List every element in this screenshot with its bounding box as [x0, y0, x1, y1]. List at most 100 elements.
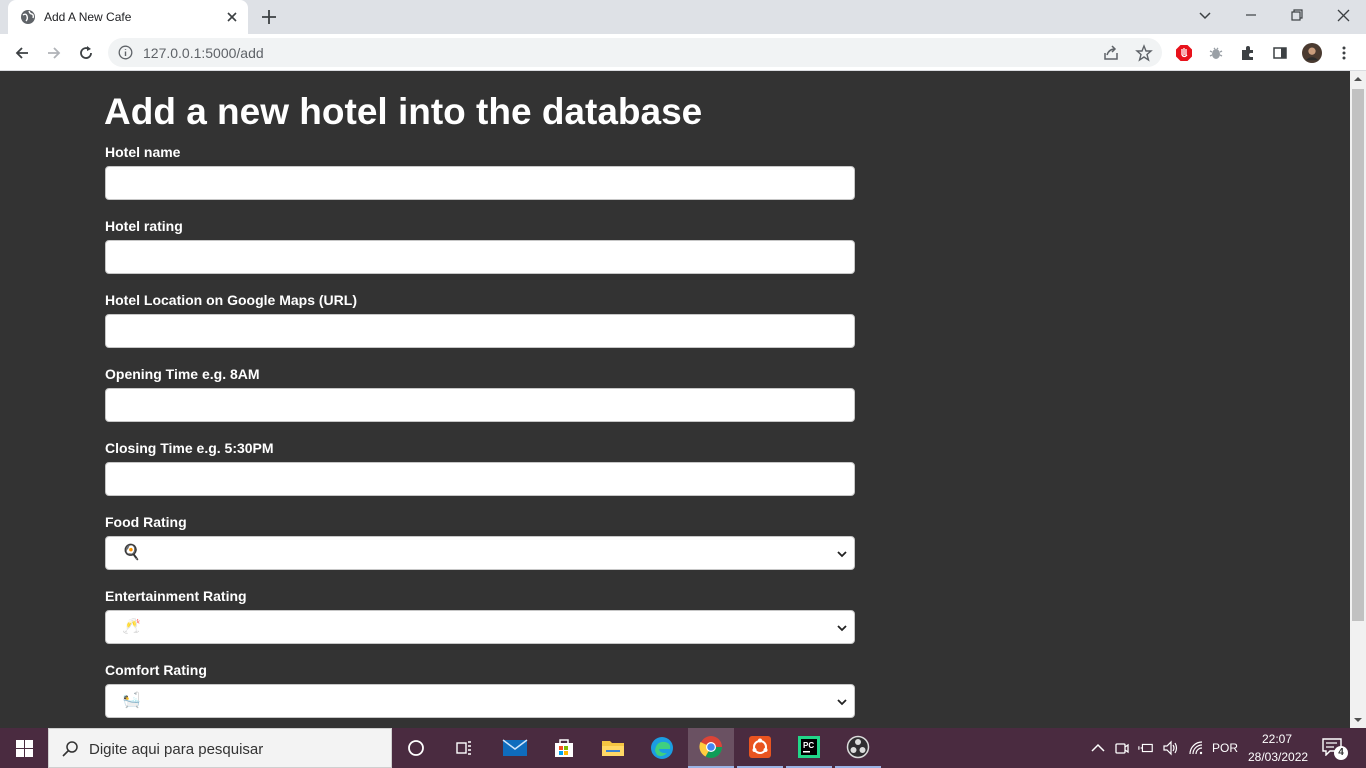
page-scrollbar[interactable] [1350, 71, 1366, 728]
obs-app[interactable] [835, 728, 881, 768]
browser-toolbar: 127.0.0.1:5000/add [0, 34, 1366, 71]
profile-avatar[interactable] [1302, 43, 1322, 63]
windows-logo-icon [15, 739, 33, 757]
store-icon [555, 739, 573, 757]
avatar-icon [1302, 43, 1322, 63]
adblock-extension-icon[interactable] [1174, 43, 1194, 63]
wifi-icon [1189, 741, 1203, 755]
task-view-button[interactable] [441, 728, 487, 768]
meet-now-button[interactable] [1114, 740, 1130, 756]
arrow-right-icon [48, 47, 61, 59]
comfort-rating-label: Comfort Rating [105, 662, 207, 678]
bug-icon [1209, 47, 1223, 59]
bath-icon: 🛀 [122, 692, 141, 709]
minimize-icon [1246, 14, 1256, 16]
tray-overflow-button[interactable] [1090, 740, 1106, 756]
entertainment-rating-label: Entertainment Rating [105, 588, 247, 604]
cortana-button[interactable] [393, 728, 439, 768]
browser-tabstrip: Add A New Cafe [0, 0, 1366, 34]
ubuntu-app[interactable] [737, 728, 783, 768]
tab-search-button[interactable] [1182, 0, 1228, 30]
speaker-icon [1163, 740, 1178, 756]
search-icon [62, 741, 78, 757]
clock-time[interactable]: 22:07 [1262, 732, 1292, 746]
kebab-menu-icon [1342, 46, 1346, 60]
scrollbar-thumb[interactable] [1352, 89, 1364, 621]
pycharm-app[interactable]: PC [786, 728, 832, 768]
side-panel-button[interactable] [1270, 43, 1290, 63]
scroll-up-arrow-icon[interactable] [1354, 75, 1362, 83]
opening-time-input[interactable] [105, 388, 855, 422]
hotel-rating-label: Hotel rating [105, 218, 183, 234]
restore-icon [1291, 9, 1303, 21]
mail-icon [502, 739, 528, 756]
chrome-menu-button[interactable] [1334, 43, 1354, 63]
address-bar[interactable]: 127.0.0.1:5000/add [108, 38, 1162, 67]
edge-app[interactable] [639, 728, 685, 768]
stop-sign-icon [1176, 45, 1192, 61]
tab-title: Add A New Cafe [44, 10, 132, 24]
page-title: Add a new hotel into the database [104, 91, 703, 132]
cooking-icon: 🍳 [122, 544, 141, 561]
food-rating-label: Food Rating [105, 514, 187, 530]
start-button[interactable] [0, 728, 48, 768]
action-center-button[interactable]: 4 [1322, 738, 1348, 760]
file-explorer-icon [602, 741, 624, 756]
food-rating-select[interactable]: 🍳 [105, 536, 855, 570]
browser-tab[interactable]: Add A New Cafe [8, 0, 248, 34]
restore-button[interactable] [1274, 0, 1320, 30]
entertainment-rating-select[interactable]: 🥂 [105, 610, 855, 644]
cortana-icon [408, 740, 424, 756]
opening-time-label: Opening Time e.g. 8AM [105, 366, 260, 382]
battery-plug-icon [1138, 743, 1153, 753]
chevron-down-icon [1199, 12, 1211, 20]
chrome-icon [699, 736, 722, 758]
chrome-app[interactable] [688, 728, 734, 768]
language-indicator[interactable]: POR [1212, 741, 1238, 755]
extensions-button[interactable] [1238, 43, 1258, 63]
svg-text:PC: PC [803, 741, 814, 750]
notification-count-badge: 4 [1334, 746, 1348, 760]
hotel-location-input[interactable] [105, 314, 855, 348]
store-app[interactable] [541, 728, 587, 768]
close-icon [1337, 9, 1349, 21]
obs-icon [846, 735, 870, 759]
closing-time-label: Closing Time e.g. 5:30PM [105, 440, 274, 456]
hotel-name-input[interactable] [105, 166, 855, 200]
bug-extension-icon[interactable] [1206, 43, 1226, 63]
chevron-down-icon [837, 551, 847, 558]
network-button[interactable] [1188, 740, 1204, 756]
new-tab-icon[interactable] [260, 8, 278, 26]
scroll-down-arrow-icon[interactable] [1354, 716, 1362, 724]
side-panel-icon [1273, 47, 1287, 59]
ubuntu-icon [749, 736, 771, 758]
puzzle-icon [1242, 46, 1253, 60]
search-placeholder: Digite aqui para pesquisar [89, 741, 264, 758]
arrow-left-icon [15, 47, 28, 59]
file-explorer-app[interactable] [590, 728, 636, 768]
minimize-button[interactable] [1228, 0, 1274, 30]
back-button[interactable] [10, 41, 34, 65]
hotel-rating-input[interactable] [105, 240, 855, 274]
edge-icon [651, 737, 673, 759]
close-window-button[interactable] [1320, 0, 1366, 30]
closing-time-input[interactable] [105, 462, 855, 496]
reload-button[interactable] [74, 41, 98, 65]
close-tab-icon[interactable] [224, 9, 240, 25]
hotel-location-label: Hotel Location on Google Maps (URL) [105, 292, 357, 308]
mail-app[interactable] [492, 728, 538, 768]
volume-button[interactable] [1162, 740, 1178, 756]
bookmark-star-icon[interactable] [1135, 44, 1153, 62]
reload-icon [80, 46, 92, 59]
power-button[interactable] [1138, 740, 1154, 756]
comfort-rating-select[interactable]: 🛀 [105, 684, 855, 718]
share-icon[interactable] [1102, 44, 1120, 62]
pycharm-icon: PC [798, 736, 820, 758]
clock-date[interactable]: 28/03/2022 [1248, 750, 1308, 764]
info-icon[interactable] [118, 45, 133, 60]
page-content: Add a new hotel into the database Hotel … [0, 71, 1350, 728]
forward-button[interactable] [42, 41, 66, 65]
taskbar-search-box[interactable]: Digite aqui para pesquisar [48, 728, 392, 768]
chevron-up-icon [1091, 743, 1105, 752]
url-text[interactable]: 127.0.0.1:5000/add [143, 45, 264, 61]
